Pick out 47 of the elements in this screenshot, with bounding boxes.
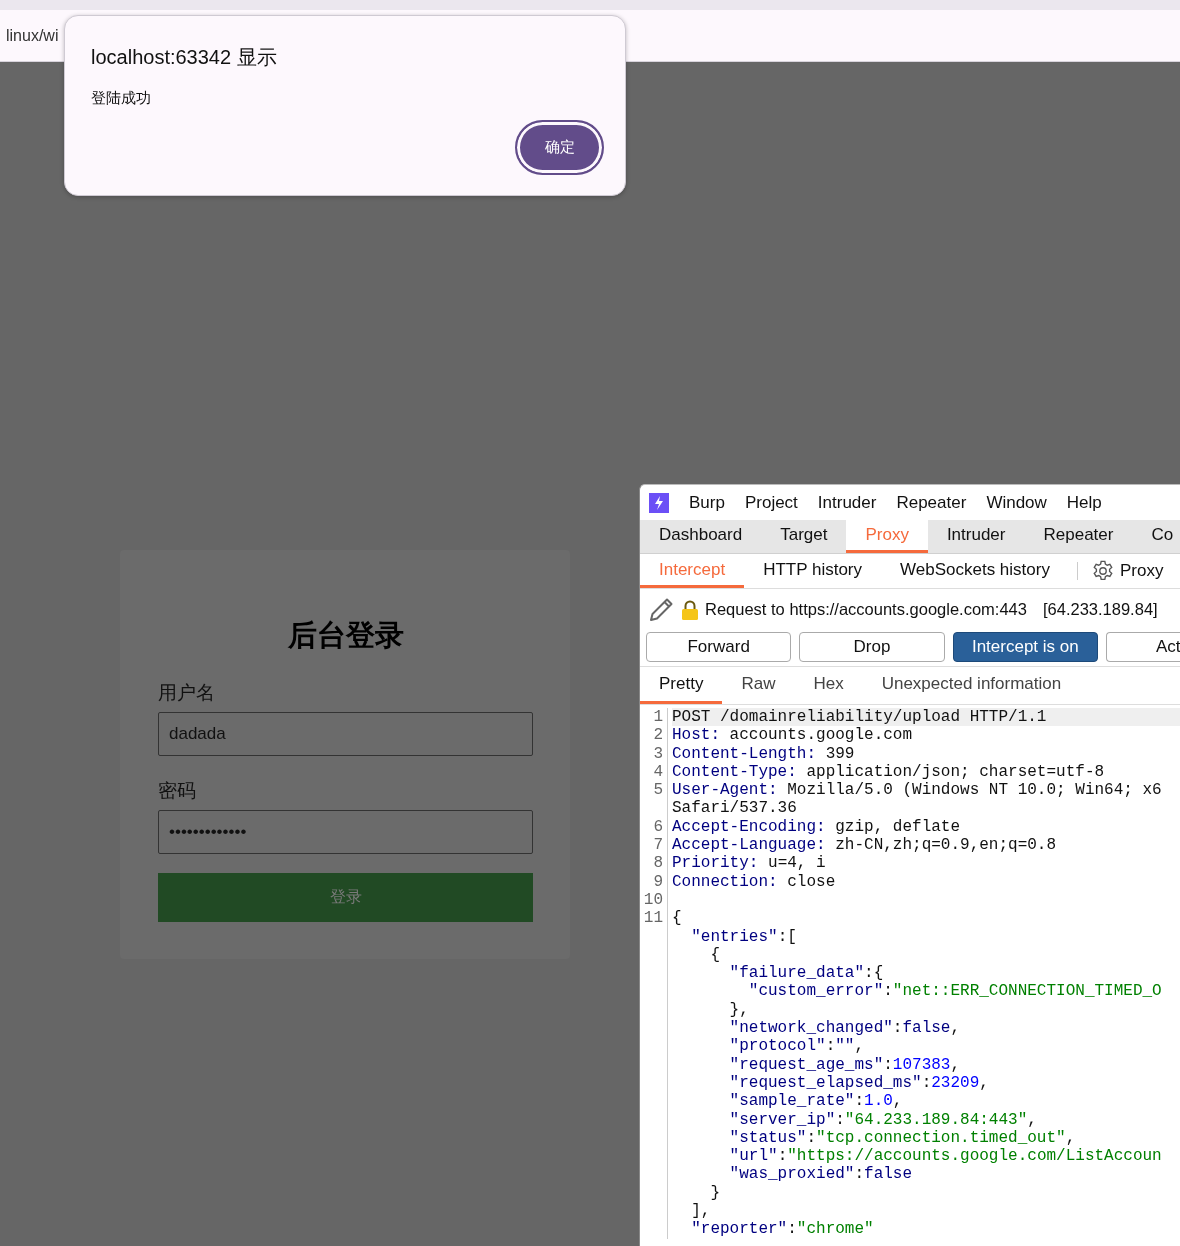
code-line: "network_changed":false,	[728, 1019, 961, 1038]
code-line: Host: accounts.google.com	[672, 726, 913, 745]
request-ip: [64.233.189.84]	[1042, 600, 1158, 619]
field-label: 密码	[158, 778, 196, 803]
line-number: 10	[643, 890, 663, 910]
dialog-title: localhost:63342 显示	[91, 45, 277, 70]
line-number: 3	[653, 744, 663, 763]
code-line: "was_proxied":false	[728, 1165, 913, 1184]
code-line: }	[709, 1183, 720, 1202]
code-line: "reporter":"chrome"	[690, 1220, 874, 1239]
code-line: User-Agent: Mozilla/5.0 (Windows NT 10.0; Win64; x6	[672, 781, 1162, 800]
dialog-message: 登陆成功	[91, 89, 151, 108]
code-line: "failure_data":{	[728, 964, 884, 983]
line-number: 4	[653, 762, 663, 782]
code-line: "request_elapsed_ms":23209,	[728, 1073, 989, 1093]
code-line: "custom_error":"net::ERR_CONNECTION_TIMED_O	[747, 982, 1162, 1001]
line-number: 11	[643, 909, 663, 928]
login-title: 后台登录	[286, 617, 405, 654]
line-number: 9	[653, 872, 663, 891]
field-label: 用户名	[158, 680, 215, 705]
address-text: linux/wi	[6, 26, 59, 45]
code-line: Connection: close	[672, 872, 836, 891]
code-line: },	[728, 1000, 749, 1020]
line-number: 8	[653, 854, 663, 873]
code-line: ],	[690, 1202, 711, 1221]
line-number: 7	[653, 836, 663, 855]
code-line: "sample_rate":1.0,	[728, 1092, 903, 1111]
line-number: 1	[653, 708, 663, 727]
code-line: "protocol":"",	[728, 1037, 865, 1056]
code-line: Content-Type: application/json; charset=utf-8	[672, 762, 1105, 782]
code-line: POST /domainreliability/upload HTTP/1.1	[672, 708, 1047, 727]
code-line: Priority: u=4, i	[672, 854, 826, 873]
code-line: "status":"tcp.connection.timed_out",	[728, 1128, 1076, 1148]
code-line: "server_ip":"64.233.189.84:443",	[728, 1110, 1037, 1129]
code-line: {	[709, 945, 720, 965]
code-line: Content-Length: 399	[672, 744, 855, 763]
code-line: Accept-Encoding: gzip, deflate	[672, 817, 961, 837]
line-number: 5	[653, 781, 663, 800]
line-number: 2	[653, 726, 663, 745]
request-url: Request to https://accounts.google.com:443	[705, 600, 1027, 619]
code-line: Safari/537.36	[672, 799, 797, 818]
code-line: "entries":[	[690, 927, 797, 946]
code-line: "url":"https://accounts.google.com/ListAccoun	[728, 1147, 1162, 1166]
code-line: {	[672, 909, 682, 928]
code-line: "request_age_ms":107383,	[728, 1055, 961, 1074]
line-number: 6	[653, 817, 663, 837]
code-line: Accept-Language: zh-CN,zh;q=0.9,en;q=0.8	[672, 836, 1057, 855]
